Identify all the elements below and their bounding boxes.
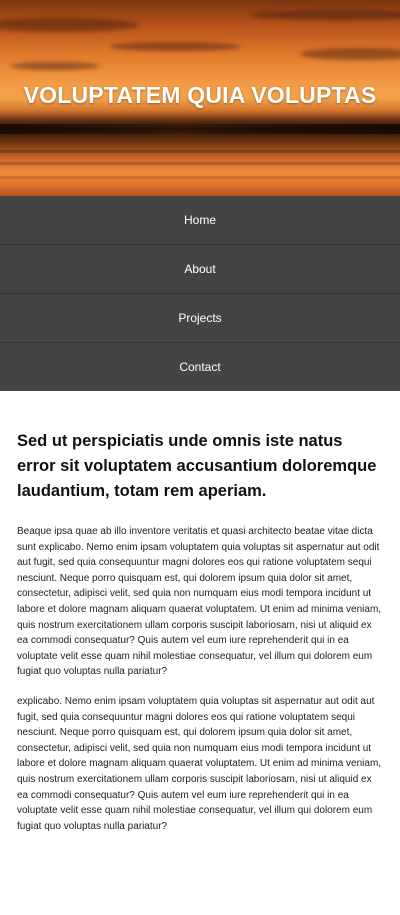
hero-cloud xyxy=(110,42,240,51)
hero-banner: VOLUPTATEM QUIA VOLUPTAS xyxy=(0,0,400,196)
hero-treeline xyxy=(0,124,400,134)
hero-reflection xyxy=(0,150,400,153)
main-navigation: Home About Projects Contact xyxy=(0,196,400,391)
nav-list: Home About Projects Contact xyxy=(0,196,400,391)
hero-reflection xyxy=(0,162,400,165)
hero-title: VOLUPTATEM QUIA VOLUPTAS xyxy=(23,82,377,108)
article-paragraph: explicabo. Nemo enim ipsam voluptatem qu… xyxy=(17,695,382,832)
article-paragraph: Beaque ipsa quae ab illo inventore verit… xyxy=(17,526,382,678)
hero-cloud xyxy=(0,18,140,32)
nav-item-home[interactable]: Home xyxy=(0,196,400,245)
nav-item-contact[interactable]: Contact xyxy=(0,343,400,391)
hero-cloud xyxy=(250,10,400,20)
main-content: Sed ut perspiciatis unde omnis iste natu… xyxy=(0,391,400,834)
hero-reflection xyxy=(0,176,400,179)
article-headline: Sed ut perspiciatis unde omnis iste natu… xyxy=(17,432,377,500)
hero-cloud xyxy=(10,62,100,70)
hero-cloud xyxy=(300,48,400,60)
nav-item-about[interactable]: About xyxy=(0,245,400,294)
nav-item-projects[interactable]: Projects xyxy=(0,294,400,343)
